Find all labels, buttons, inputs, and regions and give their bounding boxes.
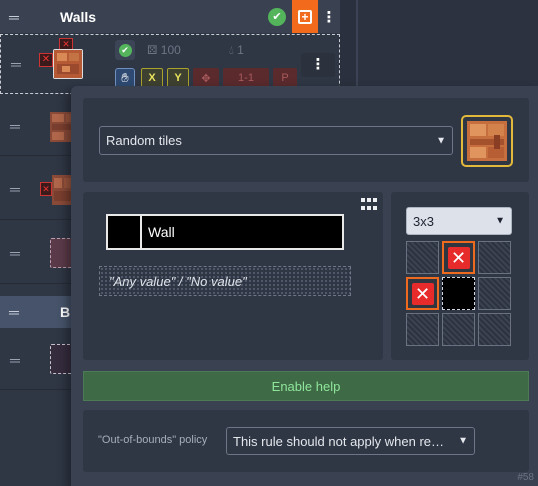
flip-y-toggle[interactable]: Y — [167, 68, 189, 88]
pattern-cell[interactable] — [406, 313, 439, 346]
pattern-cell[interactable] — [478, 313, 511, 346]
pattern-cell[interactable] — [478, 277, 511, 310]
more-vertical-icon[interactable]: ⋮ — [318, 8, 340, 26]
x-mark-icon: ✕ — [39, 53, 53, 67]
drag-handle-icon[interactable]: ═ — [0, 96, 30, 155]
flip-x-toggle[interactable]: X — [141, 68, 163, 88]
x-mark-icon: ✕ — [40, 182, 52, 196]
add-rule-button[interactable]: + — [292, 0, 318, 33]
rule-row-selected[interactable]: ═ ✕ ✕ ✔ ⚄ 100 💧︎ 1 ✋︎ X Y ✥ 1-1 P ⋮ — [0, 34, 340, 94]
hand-icon[interactable]: ✋︎ — [115, 68, 135, 88]
chevron-down-icon: ▼ — [436, 135, 446, 146]
drag-handle-icon[interactable]: ═ — [0, 0, 28, 33]
drag-handle-icon[interactable]: ═ — [0, 222, 30, 283]
more-vertical-icon[interactable]: ⋮ — [301, 53, 335, 77]
size-box[interactable]: 1-1 — [223, 68, 269, 88]
perlin-value: 1 — [237, 43, 244, 57]
tile-preview[interactable] — [461, 115, 513, 167]
check-circle-icon: ✔ — [118, 43, 132, 57]
drag-handle-icon[interactable]: ═ — [0, 296, 28, 328]
rule-editor-panel: Random tiles ▼ Wall "Any value" / "No va… — [71, 86, 538, 486]
drop-icon: 💧︎ — [229, 43, 234, 57]
oob-policy-select[interactable]: This rule should not apply when re… ▼ — [226, 427, 475, 455]
group-title: B — [60, 304, 71, 320]
int-grid-value-label: Wall — [148, 224, 175, 240]
drag-handle-icon[interactable]: ═ — [0, 158, 30, 219]
x-mark-icon: ✕ — [411, 282, 434, 305]
check-circle-icon[interactable]: ✔ — [268, 7, 286, 26]
int-grid-value-field[interactable]: Wall — [106, 214, 344, 250]
add-square-icon: + — [298, 9, 312, 24]
chevron-down-icon: ▼ — [495, 215, 505, 227]
any-value-picker[interactable]: "Any value" / "No value" — [99, 266, 351, 296]
group-title: Walls — [60, 8, 97, 25]
oob-policy-label: "Out-of-bounds" policy — [98, 434, 208, 446]
rule-uid: #58 — [517, 472, 534, 483]
pattern-grid: ✕ ✕ — [406, 241, 513, 347]
drag-handle-icon[interactable]: ═ — [1, 35, 31, 93]
grid-icon[interactable] — [361, 198, 377, 212]
pattern-cell-negative[interactable]: ✕ — [406, 277, 439, 310]
pattern-cell[interactable] — [478, 241, 511, 274]
pattern-cell[interactable] — [442, 313, 475, 346]
p-box[interactable]: P — [273, 68, 297, 88]
chance-value: 100 — [160, 43, 181, 57]
pattern-size-select[interactable]: 3x3 ▼ — [406, 207, 512, 235]
oob-policy-value: This rule should not apply when re… — [233, 433, 445, 449]
perlin-meta[interactable]: 💧︎ 1 — [229, 43, 244, 58]
chevron-down-icon: ▼ — [458, 435, 468, 447]
x-mark-icon: ✕ — [447, 246, 470, 269]
pattern-cell-center[interactable] — [442, 277, 475, 310]
move-icon[interactable]: ✥ — [193, 68, 219, 88]
value-color-swatch — [108, 216, 142, 248]
pattern-size-value: 3x3 — [413, 213, 434, 229]
mode-select[interactable]: Random tiles ▼ — [99, 126, 453, 155]
pattern-cell[interactable] — [406, 241, 439, 274]
chance-meta[interactable]: ⚄ 100 — [147, 43, 181, 57]
pattern-cell-negative[interactable]: ✕ — [442, 241, 475, 274]
rule-group-header[interactable]: ═ Walls ✔ + ⋮ — [0, 0, 340, 33]
enable-help-button[interactable]: Enable help — [83, 371, 529, 401]
drag-handle-icon[interactable]: ═ — [0, 330, 30, 389]
rule-active-toggle[interactable]: ✔ — [115, 40, 135, 60]
dice-icon: ⚄ — [147, 43, 158, 57]
tile-thumbnail[interactable] — [53, 49, 83, 79]
mode-select-value: Random tiles — [106, 133, 182, 148]
